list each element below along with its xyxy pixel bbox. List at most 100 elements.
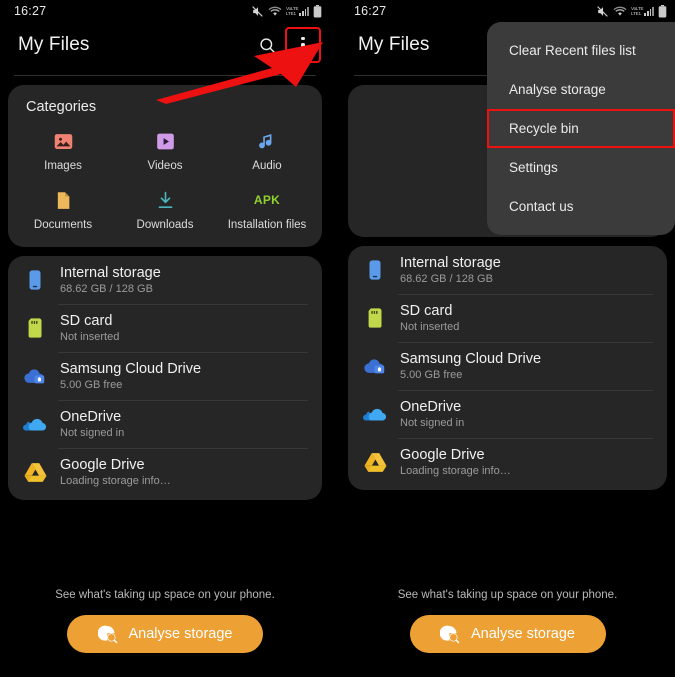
category-label: Downloads bbox=[137, 219, 194, 231]
storage-item-title: Google Drive bbox=[60, 457, 171, 473]
apk-icon: APK bbox=[255, 188, 279, 212]
status-bar-icons: VoLTE LTE1 bbox=[251, 5, 322, 18]
storage-item-title: SD card bbox=[400, 303, 459, 319]
footer: See what's taking up space on your phone… bbox=[0, 589, 330, 677]
storage-item-title: Samsung Cloud Drive bbox=[400, 351, 541, 367]
storage-item-subtitle: 5.00 GB free bbox=[400, 369, 541, 381]
storage-item-sd-card[interactable]: SD card Not inserted bbox=[8, 304, 322, 352]
storage-item-samsung-cloud-drive[interactable]: Samsung Cloud Drive 5.00 GB free bbox=[8, 352, 322, 400]
category-item-downloads[interactable]: Downloads bbox=[114, 184, 216, 233]
analyse-storage-button[interactable]: Analyse storage bbox=[67, 615, 263, 653]
battery-icon bbox=[658, 5, 667, 18]
categories-card: Categories Images bbox=[8, 85, 322, 247]
app-bar-actions bbox=[250, 28, 320, 62]
screenshot-stage: 16:27 VoLTE LTE1 bbox=[0, 0, 675, 677]
menu-item-analyse-storage[interactable]: Analyse storage bbox=[487, 70, 675, 109]
storage-item-internal-storage[interactable]: Internal storage 68.62 GB / 128 GB bbox=[348, 246, 667, 294]
status-bar: 16:27 VoLTE LTE1 bbox=[340, 0, 675, 22]
battery-icon bbox=[313, 5, 322, 18]
storage-item-subtitle: 68.62 GB / 128 GB bbox=[400, 273, 501, 285]
storage-item-subtitle: 5.00 GB free bbox=[60, 379, 201, 391]
more-vertical-icon bbox=[301, 37, 304, 53]
panel-step-1: 16:27 VoLTE LTE1 bbox=[0, 0, 330, 677]
category-item-images[interactable]: Images bbox=[12, 125, 114, 174]
storage-item-subtitle: Not inserted bbox=[60, 331, 119, 343]
storage-item-text: OneDrive Not signed in bbox=[60, 409, 124, 439]
storage-item-subtitle: Not signed in bbox=[60, 427, 124, 439]
volte-lte-signal-icon: VoLTE LTE1 bbox=[631, 6, 654, 16]
apk-icon-text: APK bbox=[254, 193, 280, 207]
panel-step-2: 16:27 VoLTE LTE1 bbox=[340, 0, 675, 677]
status-bar-clock: 16:27 bbox=[14, 4, 46, 18]
storage-list-card: Internal storage 68.62 GB / 128 GB SD ca… bbox=[348, 246, 667, 490]
storage-item-onedrive[interactable]: OneDrive Not signed in bbox=[348, 390, 667, 438]
storage-item-sd-card[interactable]: SD card Not inserted bbox=[348, 294, 667, 342]
storage-item-text: Samsung Cloud Drive 5.00 GB free bbox=[400, 351, 541, 381]
storage-item-title: Internal storage bbox=[60, 265, 161, 281]
menu-item-recycle-bin[interactable]: Recycle bin bbox=[487, 109, 675, 148]
category-label: Images bbox=[44, 160, 82, 172]
storage-item-title: Internal storage bbox=[400, 255, 501, 271]
wifi-icon bbox=[268, 5, 282, 17]
footer-hint: See what's taking up space on your phone… bbox=[340, 589, 675, 601]
storage-item-subtitle: Loading storage info… bbox=[60, 475, 171, 487]
category-item-documents[interactable]: Documents bbox=[12, 184, 114, 233]
page-title: My Files bbox=[18, 34, 90, 56]
analyse-storage-button-label: Analyse storage bbox=[471, 626, 575, 642]
category-label: Videos bbox=[148, 160, 183, 172]
storage-item-text: SD card Not inserted bbox=[60, 313, 119, 343]
storage-item-text: Samsung Cloud Drive 5.00 GB free bbox=[60, 361, 201, 391]
category-item-videos[interactable]: Videos bbox=[114, 125, 216, 174]
page-title: My Files bbox=[358, 34, 430, 56]
menu-item-settings[interactable]: Settings bbox=[487, 148, 675, 187]
search-icon bbox=[258, 36, 277, 55]
analyse-storage-button[interactable]: Analyse storage bbox=[410, 615, 606, 653]
status-bar-clock: 16:27 bbox=[354, 4, 386, 18]
storage-item-title: Samsung Cloud Drive bbox=[60, 361, 201, 377]
storage-item-title: OneDrive bbox=[60, 409, 124, 425]
search-button[interactable] bbox=[250, 28, 284, 62]
footer: See what's taking up space on your phone… bbox=[340, 589, 675, 677]
storage-item-internal-storage[interactable]: Internal storage 68.62 GB / 128 GB bbox=[8, 256, 322, 304]
phone-storage-icon bbox=[22, 269, 48, 291]
document-icon bbox=[51, 188, 75, 212]
storage-item-samsung-cloud-drive[interactable]: Samsung Cloud Drive 5.00 GB free bbox=[348, 342, 667, 390]
overflow-menu: Clear Recent files list Analyse storage … bbox=[487, 22, 675, 235]
storage-item-onedrive[interactable]: OneDrive Not signed in bbox=[8, 400, 322, 448]
samsung-cloud-icon bbox=[22, 366, 48, 386]
menu-item-contact-us[interactable]: Contact us bbox=[487, 187, 675, 226]
storage-item-text: SD card Not inserted bbox=[400, 303, 459, 333]
category-label: Documents bbox=[34, 219, 92, 231]
storage-item-text: OneDrive Not signed in bbox=[400, 399, 464, 429]
storage-item-text: Internal storage 68.62 GB / 128 GB bbox=[60, 265, 161, 295]
menu-item-clear-recent-files-list[interactable]: Clear Recent files list bbox=[487, 31, 675, 70]
wifi-icon bbox=[613, 5, 627, 17]
status-bar-icons: VoLTE LTE1 bbox=[596, 5, 667, 18]
category-item-audio[interactable]: Audio bbox=[216, 125, 318, 174]
storage-item-text: Internal storage 68.62 GB / 128 GB bbox=[400, 255, 501, 285]
footer-hint: See what's taking up space on your phone… bbox=[0, 589, 330, 601]
storage-item-google-drive[interactable]: Google Drive Loading storage info… bbox=[8, 448, 322, 496]
storage-item-google-drive[interactable]: Google Drive Loading storage info… bbox=[348, 438, 667, 486]
analyse-storage-icon bbox=[98, 624, 118, 644]
sd-card-icon bbox=[362, 307, 388, 329]
analyse-storage-icon bbox=[440, 624, 460, 644]
storage-item-text: Google Drive Loading storage info… bbox=[400, 447, 511, 477]
categories-title: Categories bbox=[12, 97, 318, 125]
category-item-installation-files[interactable]: APK Installation files bbox=[216, 184, 318, 233]
storage-item-title: OneDrive bbox=[400, 399, 464, 415]
storage-item-title: Google Drive bbox=[400, 447, 511, 463]
mute-icon bbox=[596, 5, 609, 18]
category-label: Audio bbox=[252, 160, 281, 172]
google-drive-icon bbox=[22, 462, 48, 482]
volte-lte-signal-icon: VoLTE LTE1 bbox=[286, 6, 309, 16]
samsung-cloud-icon bbox=[362, 356, 388, 376]
storage-list-card: Internal storage 68.62 GB / 128 GB SD ca… bbox=[8, 256, 322, 500]
storage-item-subtitle: 68.62 GB / 128 GB bbox=[60, 283, 161, 295]
storage-item-title: SD card bbox=[60, 313, 119, 329]
categories-grid: Images Videos bbox=[12, 125, 318, 233]
storage-item-text: Google Drive Loading storage info… bbox=[60, 457, 171, 487]
header-divider bbox=[14, 75, 316, 76]
overflow-menu-button[interactable] bbox=[286, 28, 320, 62]
app-bar: My Files bbox=[0, 22, 330, 68]
